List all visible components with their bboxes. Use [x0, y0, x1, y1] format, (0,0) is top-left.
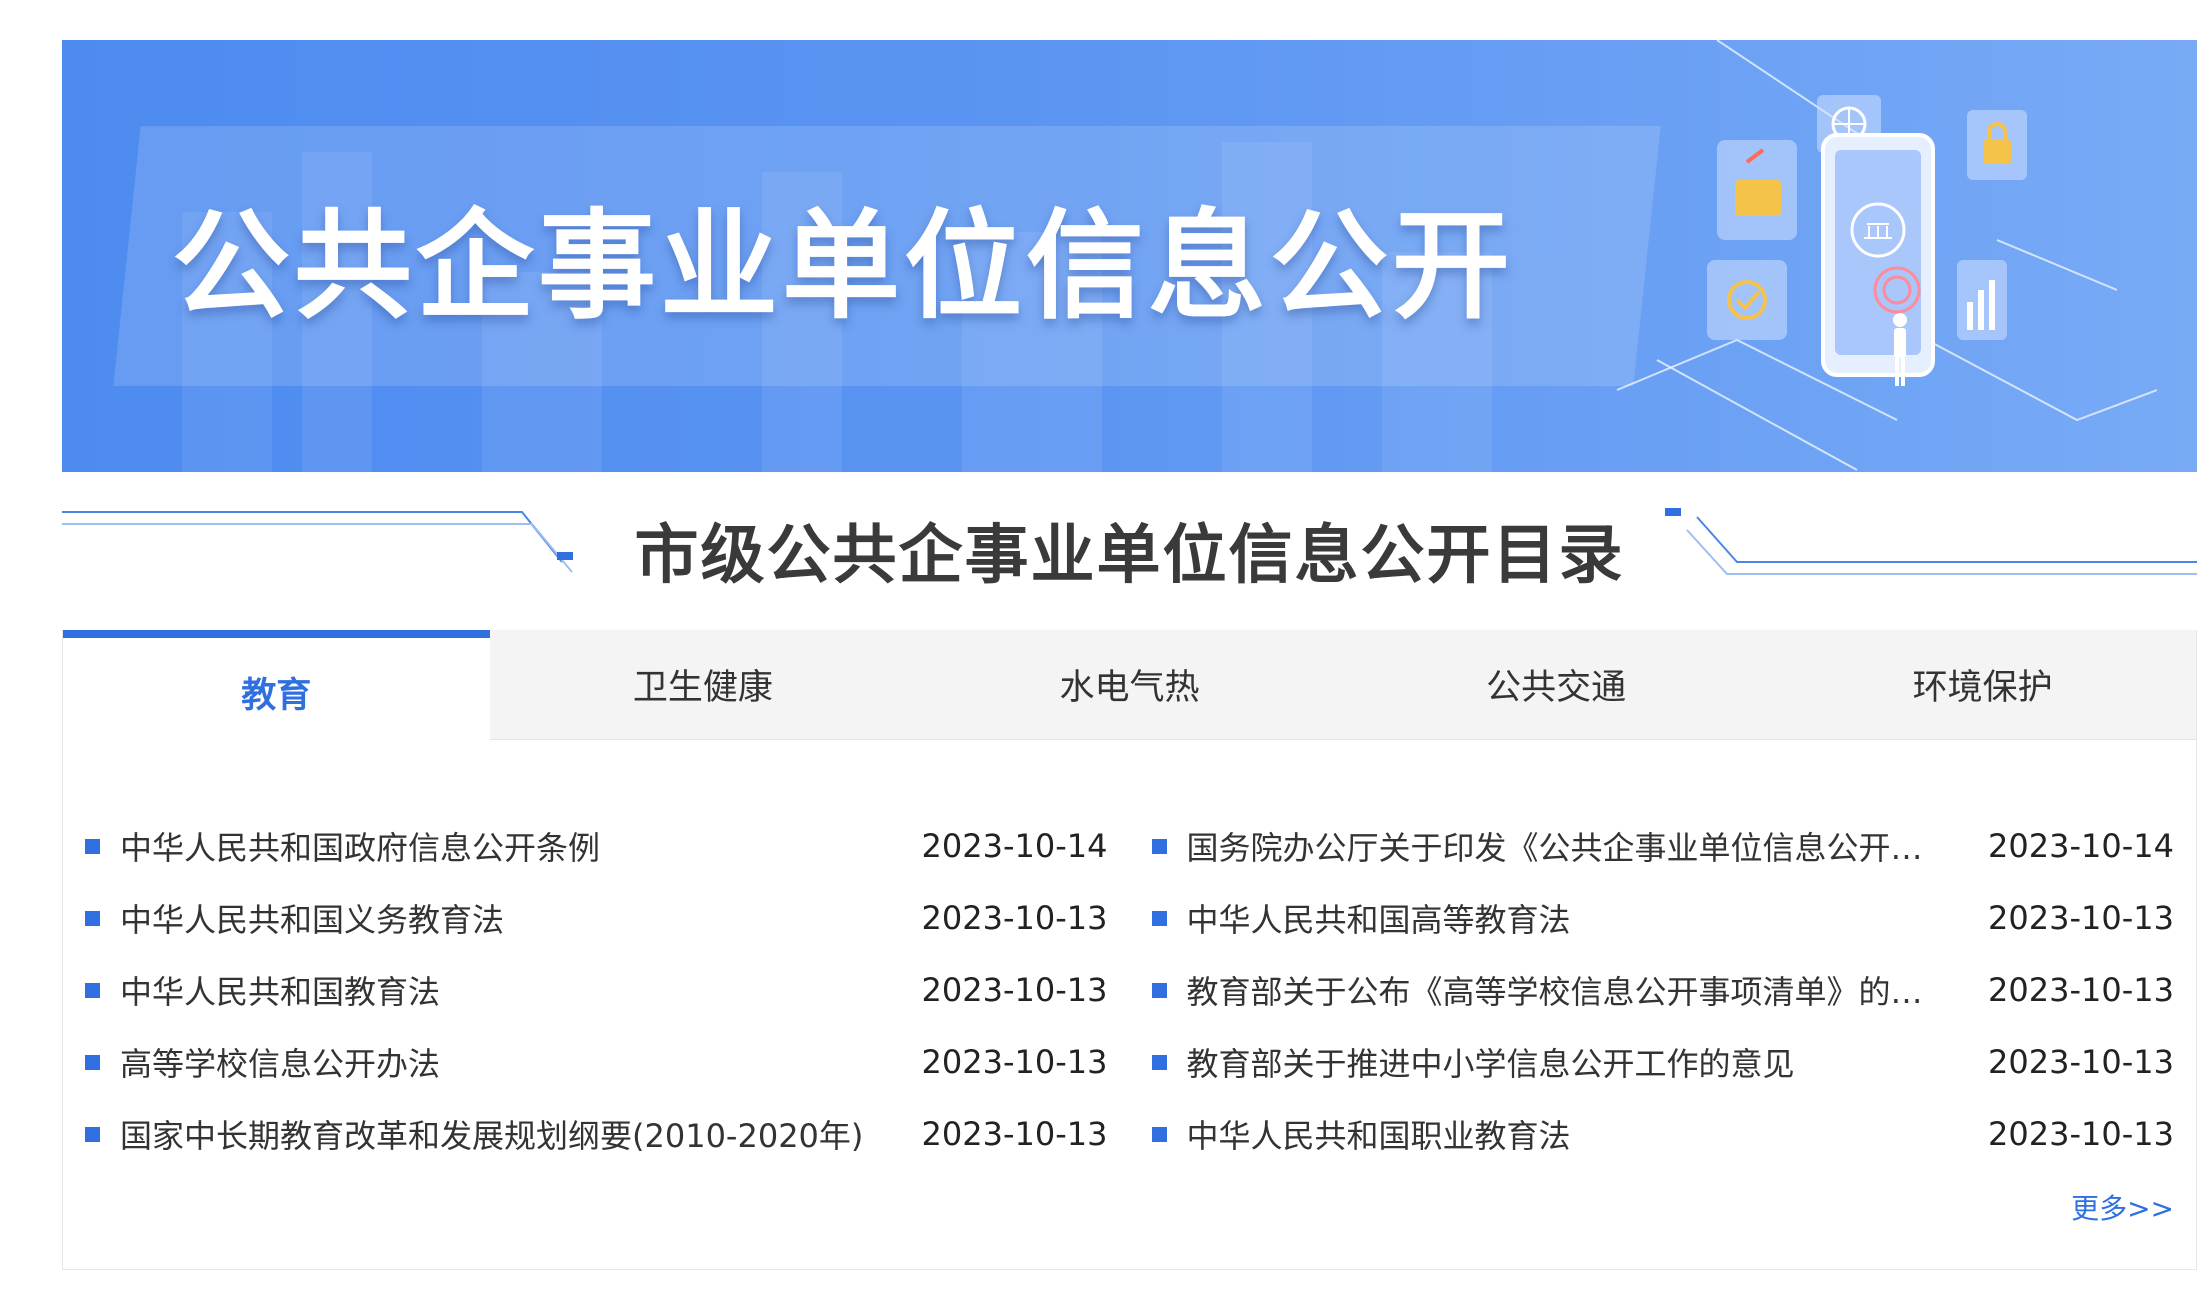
list-item[interactable]: 国务院办公厅关于印发《公共企事业单位信息公开… 2023-10-14 — [1151, 810, 2174, 882]
square-bullet-icon — [1151, 838, 1167, 854]
header-banner: 公共企事业单位信息公开 — [62, 40, 2197, 472]
item-title[interactable]: 中华人民共和国职业教育法 — [1187, 1111, 1989, 1157]
item-title[interactable]: 国家中长期教育改革和发展规划纲要(2010-2020年) — [120, 1111, 922, 1157]
item-title[interactable]: 中华人民共和国义务教育法 — [120, 895, 922, 941]
item-date: 2023-10-13 — [921, 971, 1108, 1009]
square-bullet-icon — [85, 1054, 100, 1070]
tab-public-transport[interactable]: 公共交通 — [1343, 630, 1770, 739]
item-title[interactable]: 国务院办公厅关于印发《公共企事业单位信息公开… — [1187, 823, 1989, 869]
banner-title: 公共企事业单位信息公开 — [172, 197, 1515, 335]
item-title[interactable]: 教育部关于推进中小学信息公开工作的意见 — [1187, 1039, 1989, 1085]
list-item[interactable]: 教育部关于推进中小学信息公开工作的意见 2023-10-13 — [1151, 1026, 2174, 1098]
list-left: 中华人民共和国政府信息公开条例 2023-10-14 中华人民共和国义务教育法 … — [63, 810, 1130, 1170]
item-date: 2023-10-13 — [921, 1115, 1108, 1153]
list-right: 国务院办公厅关于印发《公共企事业单位信息公开… 2023-10-14 中华人民共… — [1130, 810, 2197, 1170]
tab-health[interactable]: 卫生健康 — [490, 630, 917, 739]
square-bullet-icon — [85, 1126, 100, 1142]
tab-utilities[interactable]: 水电气热 — [916, 630, 1343, 739]
section-title: 市级公共企事业单位信息公开目录 — [634, 519, 1625, 593]
square-bullet-icon — [1151, 982, 1167, 998]
info-panel: 教育 卫生健康 水电气热 公共交通 环境保护 中华人民共和国政府信息公开条例 2… — [62, 630, 2197, 1270]
square-bullet-icon — [1151, 1126, 1167, 1142]
list-item[interactable]: 中华人民共和国职业教育法 2023-10-13 — [1151, 1098, 2174, 1170]
item-date: 2023-10-13 — [1988, 971, 2174, 1009]
item-lists: 中华人民共和国政府信息公开条例 2023-10-14 中华人民共和国义务教育法 … — [63, 810, 2196, 1170]
square-bullet-icon — [85, 982, 100, 998]
item-date: 2023-10-14 — [921, 827, 1108, 865]
tab-environment[interactable]: 环境保护 — [1769, 630, 2196, 739]
item-title[interactable]: 中华人民共和国高等教育法 — [1187, 895, 1989, 941]
list-item[interactable]: 中华人民共和国教育法 2023-10-13 — [85, 954, 1108, 1026]
item-title[interactable]: 中华人民共和国政府信息公开条例 — [120, 823, 922, 869]
list-item[interactable]: 中华人民共和国义务教育法 2023-10-13 — [85, 882, 1108, 954]
section-heading: 市级公共企事业单位信息公开目录 — [62, 472, 2197, 630]
list-item[interactable]: 国家中长期教育改革和发展规划纲要(2010-2020年) 2023-10-13 — [85, 1098, 1108, 1170]
item-date: 2023-10-13 — [1988, 1115, 2174, 1153]
checkmark-icon — [1707, 260, 1787, 340]
item-date: 2023-10-14 — [1988, 827, 2174, 865]
wallet-icon — [1717, 140, 1797, 240]
square-bullet-icon — [1151, 1054, 1167, 1070]
tab-education[interactable]: 教育 — [63, 630, 490, 740]
list-item[interactable]: 中华人民共和国政府信息公开条例 2023-10-14 — [85, 810, 1108, 882]
list-item[interactable]: 教育部关于公布《高等学校信息公开事项清单》的… 2023-10-13 — [1151, 954, 2174, 1026]
item-date: 2023-10-13 — [1988, 899, 2174, 937]
phone-icon — [1821, 133, 1935, 377]
list-item[interactable]: 高等学校信息公开办法 2023-10-13 — [85, 1026, 1108, 1098]
item-date: 2023-10-13 — [921, 1043, 1108, 1081]
item-date: 2023-10-13 — [921, 899, 1108, 937]
bar-chart-icon — [1957, 260, 2007, 340]
lock-icon — [1967, 110, 2027, 180]
item-title[interactable]: 高等学校信息公开办法 — [120, 1039, 922, 1085]
item-date: 2023-10-13 — [1988, 1043, 2174, 1081]
item-title[interactable]: 中华人民共和国教育法 — [120, 967, 922, 1013]
category-tabs: 教育 卫生健康 水电气热 公共交通 环境保护 — [63, 630, 2196, 740]
phone-security-illustration — [1616, 40, 2157, 471]
more-link[interactable]: 更多>> — [2071, 1187, 2174, 1227]
square-bullet-icon — [1151, 910, 1167, 926]
item-title[interactable]: 教育部关于公布《高等学校信息公开事项清单》的… — [1187, 967, 1989, 1013]
square-bullet-icon — [85, 910, 100, 926]
square-bullet-icon — [85, 838, 100, 854]
list-item[interactable]: 中华人民共和国高等教育法 2023-10-13 — [1151, 882, 2174, 954]
